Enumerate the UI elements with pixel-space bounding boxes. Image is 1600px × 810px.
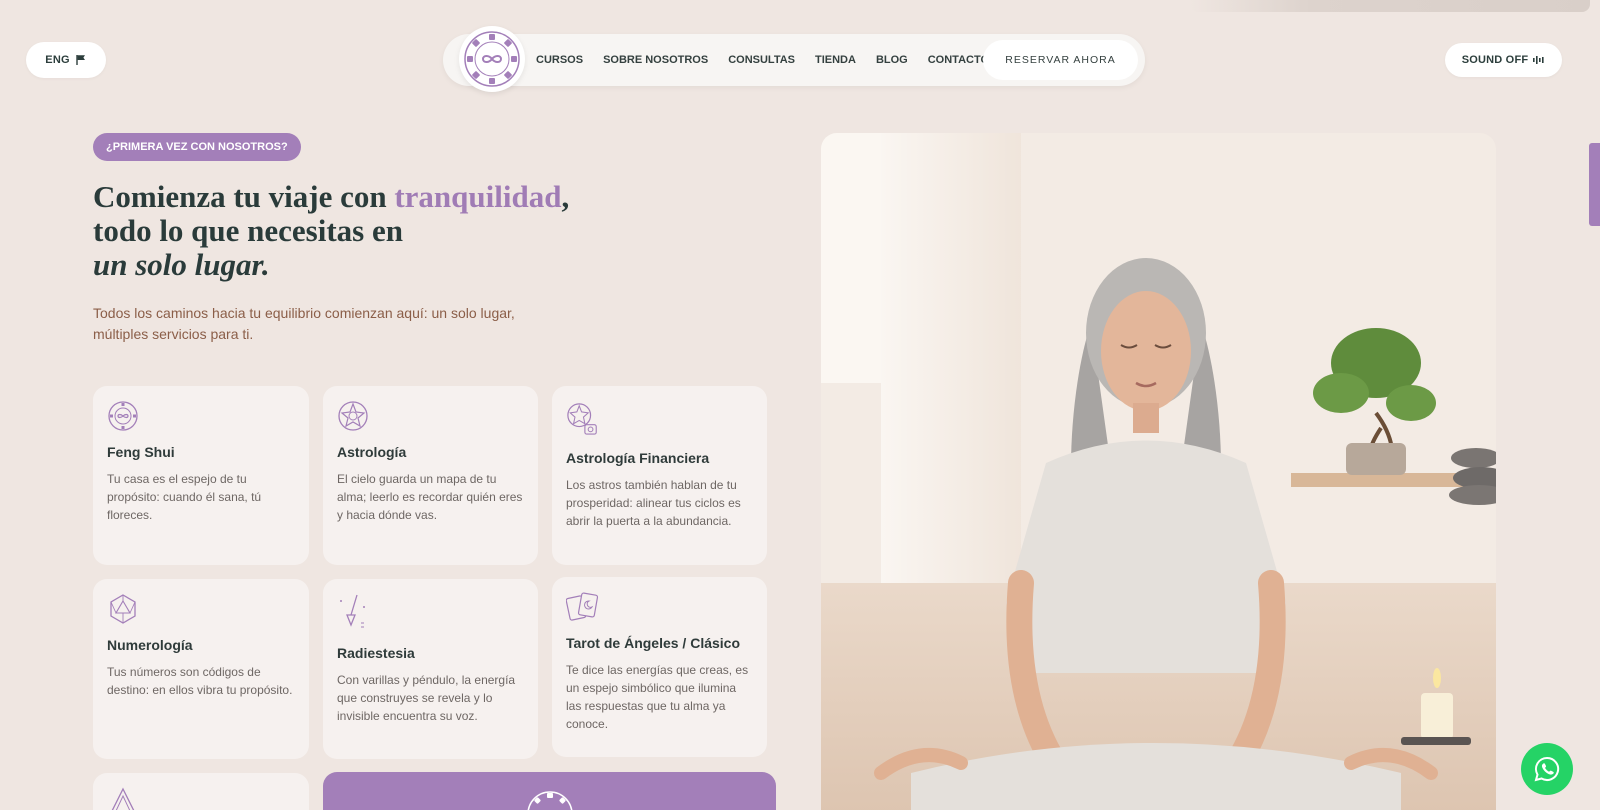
language-toggle-button[interactable]: ENG	[26, 42, 106, 78]
service-title: Feng Shui	[107, 444, 175, 460]
page-title: Comienza tu viaje con tranquilidad, todo …	[93, 180, 613, 282]
feng-shui-icon	[108, 401, 138, 431]
nav-item-blog[interactable]: BLOG	[876, 54, 908, 66]
side-tab[interactable]	[1589, 143, 1600, 226]
service-title: Astrología	[337, 444, 407, 460]
service-card-astrologia[interactable]: Astrología El cielo guarda un mapa de tu…	[323, 386, 538, 565]
first-time-badge: ¿PRIMERA VEZ CON NOSOTROS?	[93, 133, 301, 161]
nav-item-tienda[interactable]: TIENDA	[815, 54, 856, 66]
featured-card[interactable]	[323, 772, 776, 810]
logo-emblem-icon	[527, 791, 573, 810]
service-description: Tus números son códigos de destino: en e…	[107, 665, 293, 697]
title-part1: Comienza tu viaje con	[93, 179, 395, 214]
tarot-cards-icon	[566, 592, 599, 621]
nav-item-cursos[interactable]: CURSOS	[536, 54, 583, 66]
whatsapp-button[interactable]	[1521, 743, 1573, 795]
intro-text: Todos los caminos hacia tu equilibrio co…	[93, 305, 515, 342]
service-card-partial[interactable]	[93, 773, 309, 810]
title-line3: un solo lugar.	[93, 247, 270, 282]
language-label: ENG	[45, 54, 70, 66]
service-description: Los astros también hablan de tu prosperi…	[566, 478, 741, 528]
service-card-numerologia[interactable]: Numerología Tus números son códigos de d…	[93, 579, 309, 759]
service-description: Te dice las energías que creas, es un es…	[566, 663, 749, 731]
service-card-radiestesia[interactable]: Radiestesia Con varillas y péndulo, la e…	[323, 579, 538, 759]
top-image-strip	[1190, 0, 1590, 12]
main-nav: CURSOS SOBRE NOSOTROS CONSULTAS TIENDA B…	[443, 34, 1145, 86]
sound-label: SOUND OFF	[1461, 54, 1529, 66]
service-title: Astrología Financiera	[566, 450, 710, 466]
title-line2: todo lo que necesitas en	[93, 213, 403, 248]
service-description: El cielo guarda un mapa de tu alma; leer…	[337, 472, 523, 522]
sound-toggle-button[interactable]: SOUND OFF	[1445, 43, 1562, 77]
astrology-icon	[338, 401, 368, 431]
financial-astrology-icon	[567, 403, 597, 435]
title-accent: tranquilidad	[394, 179, 562, 214]
whatsapp-icon	[1534, 756, 1560, 782]
nav-item-sobre-nosotros[interactable]: SOBRE NOSOTROS	[603, 54, 708, 66]
logo-emblem-icon	[464, 31, 520, 87]
reserve-now-button[interactable]: RESERVAR AHORA	[983, 40, 1138, 80]
service-title: Tarot de Ángeles / Clásico	[566, 635, 741, 651]
title-part2: ,	[561, 179, 570, 214]
numerology-icon	[110, 594, 136, 624]
service-title: Numerología	[107, 637, 193, 653]
pyramid-icon	[111, 787, 135, 810]
site-logo[interactable]	[459, 26, 525, 92]
service-card-tarot[interactable]: Tarot de Ángeles / Clásico Te dice las e…	[552, 577, 767, 757]
pendulum-icon	[340, 594, 365, 628]
service-title: Radiestesia	[337, 645, 415, 661]
service-description: Con varillas y péndulo, la energía que c…	[337, 673, 516, 723]
service-card-feng-shui[interactable]: Feng Shui Tu casa es el espejo de tu pro…	[93, 386, 309, 565]
nav-item-contacto[interactable]: CONTACTO	[928, 54, 989, 66]
service-card-astrologia-financiera[interactable]: Astrología Financiera Los astros también…	[552, 386, 767, 565]
flag-icon	[76, 55, 85, 65]
nav-item-consultas[interactable]: CONSULTAS	[728, 54, 795, 66]
hero-image	[821, 133, 1496, 810]
sound-wave-icon	[1533, 56, 1544, 64]
service-description: Tu casa es el espejo de tu propósito: cu…	[107, 472, 262, 522]
